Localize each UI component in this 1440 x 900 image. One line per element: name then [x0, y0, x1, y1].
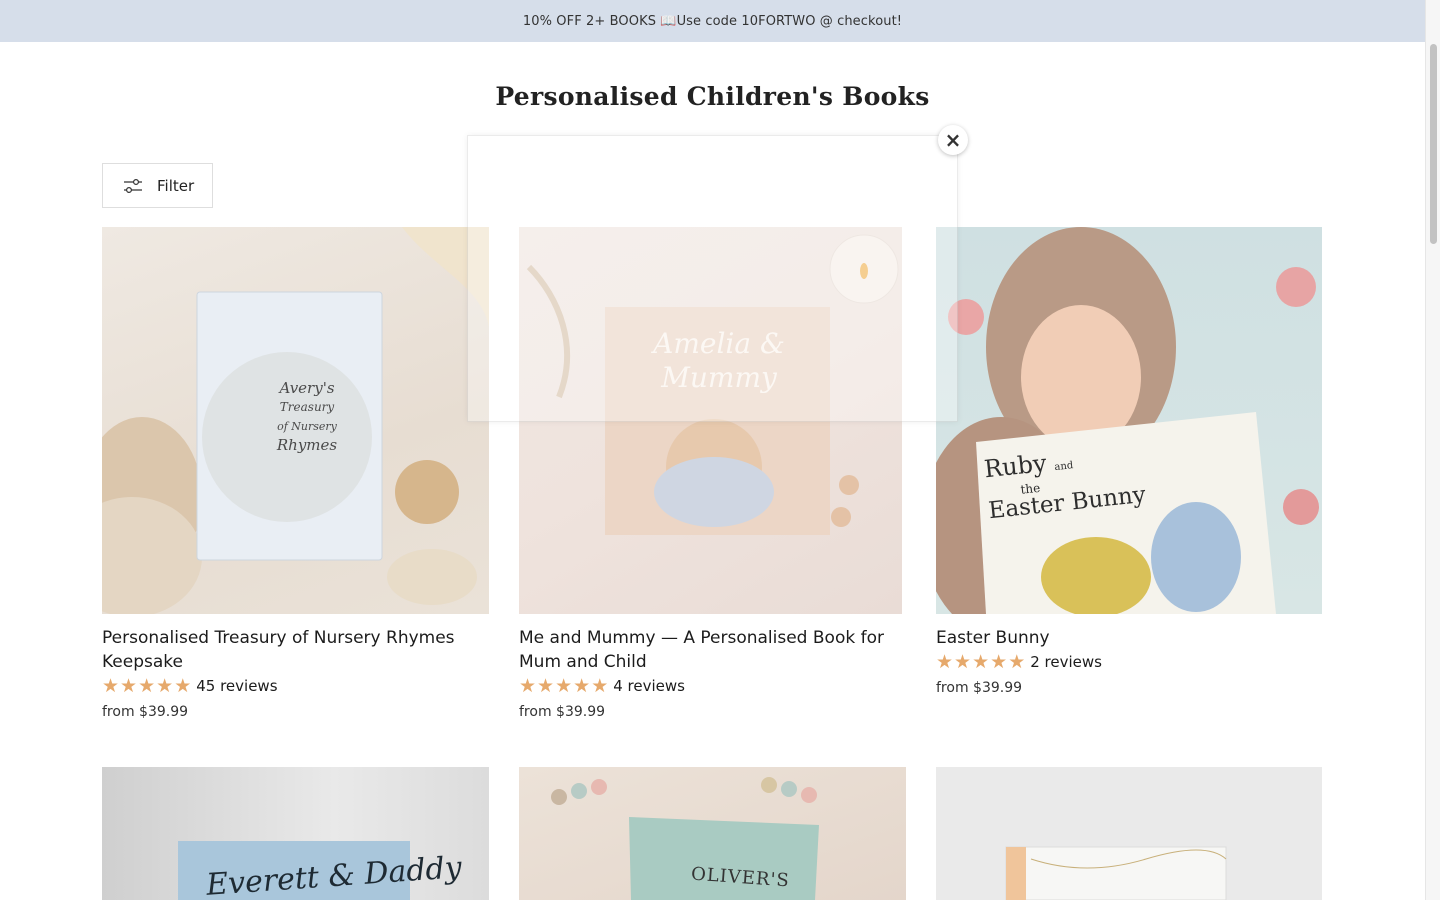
star-icon: ★ — [102, 675, 120, 697]
product-image[interactable]: OLIVER'S — [519, 767, 906, 900]
review-count: 4 reviews — [613, 677, 685, 695]
star-icon: ★ — [1008, 651, 1026, 673]
page-title: Personalised Children's Books — [495, 82, 930, 111]
product-title[interactable]: Easter Bunny — [936, 626, 1322, 650]
product-image[interactable]: Avery's Treasury of Nursery Rhymes — [102, 227, 489, 614]
star-icon: ★ — [519, 675, 537, 697]
star-rating: ★ ★ ★ ★ ★ — [519, 676, 609, 696]
product-image[interactable]: Everett & Daddy — [102, 767, 489, 900]
product-price: from $39.99 — [519, 704, 606, 720]
product-image[interactable] — [936, 767, 1322, 900]
product-rating: ★ ★ ★ ★ ★ 4 reviews — [519, 676, 902, 696]
product-rating: ★ ★ ★ ★ ★ 45 reviews — [102, 676, 489, 696]
star-icon: ★ — [174, 675, 192, 697]
star-icon: ★ — [555, 675, 573, 697]
product-title[interactable]: Personalised Treasury of Nursery Rhymes … — [102, 626, 489, 674]
product-price: from $39.99 — [936, 680, 1023, 696]
star-icon: ★ — [954, 651, 972, 673]
product-price: from $39.99 — [102, 704, 189, 720]
cover-title: Avery's Treasury of Nursery Rhymes — [276, 379, 338, 454]
product-image[interactable]: Ruby and the Easter Bunny — [936, 227, 1322, 614]
filter-sliders-icon — [124, 178, 142, 193]
promo-popup — [467, 135, 958, 422]
close-icon[interactable]: × — [938, 125, 968, 155]
star-icon: ★ — [120, 675, 138, 697]
review-count: 45 reviews — [196, 677, 278, 695]
page-scrollbar[interactable] — [1425, 0, 1440, 900]
product-title[interactable]: Me and Mummy — A Personalised Book for M… — [519, 626, 902, 674]
star-icon: ★ — [990, 651, 1008, 673]
star-rating: ★ ★ ★ ★ ★ — [936, 652, 1026, 672]
star-icon: ★ — [138, 675, 156, 697]
product-card[interactable]: Ruby and the Easter Bunny Easter Bunny ★… — [936, 227, 1322, 696]
product-card[interactable]: Avery's Treasury of Nursery Rhymes Perso… — [102, 227, 489, 720]
star-icon: ★ — [537, 675, 555, 697]
filter-button[interactable]: Filter — [102, 163, 213, 208]
star-icon: ★ — [972, 651, 990, 673]
star-rating: ★ ★ ★ ★ ★ — [102, 676, 192, 696]
scrollbar-thumb[interactable] — [1430, 44, 1437, 244]
star-icon: ★ — [591, 675, 609, 697]
review-count: 2 reviews — [1030, 653, 1102, 671]
filter-label: Filter — [157, 176, 195, 195]
star-icon: ★ — [573, 675, 591, 697]
star-icon: ★ — [936, 651, 954, 673]
announcement-bar: 10% OFF 2+ BOOKS 📖Use code 10FORTWO @ ch… — [0, 0, 1425, 42]
announcement-text: 10% OFF 2+ BOOKS 📖Use code 10FORTWO @ ch… — [522, 13, 903, 29]
star-icon: ★ — [156, 675, 174, 697]
product-rating: ★ ★ ★ ★ ★ 2 reviews — [936, 652, 1322, 672]
